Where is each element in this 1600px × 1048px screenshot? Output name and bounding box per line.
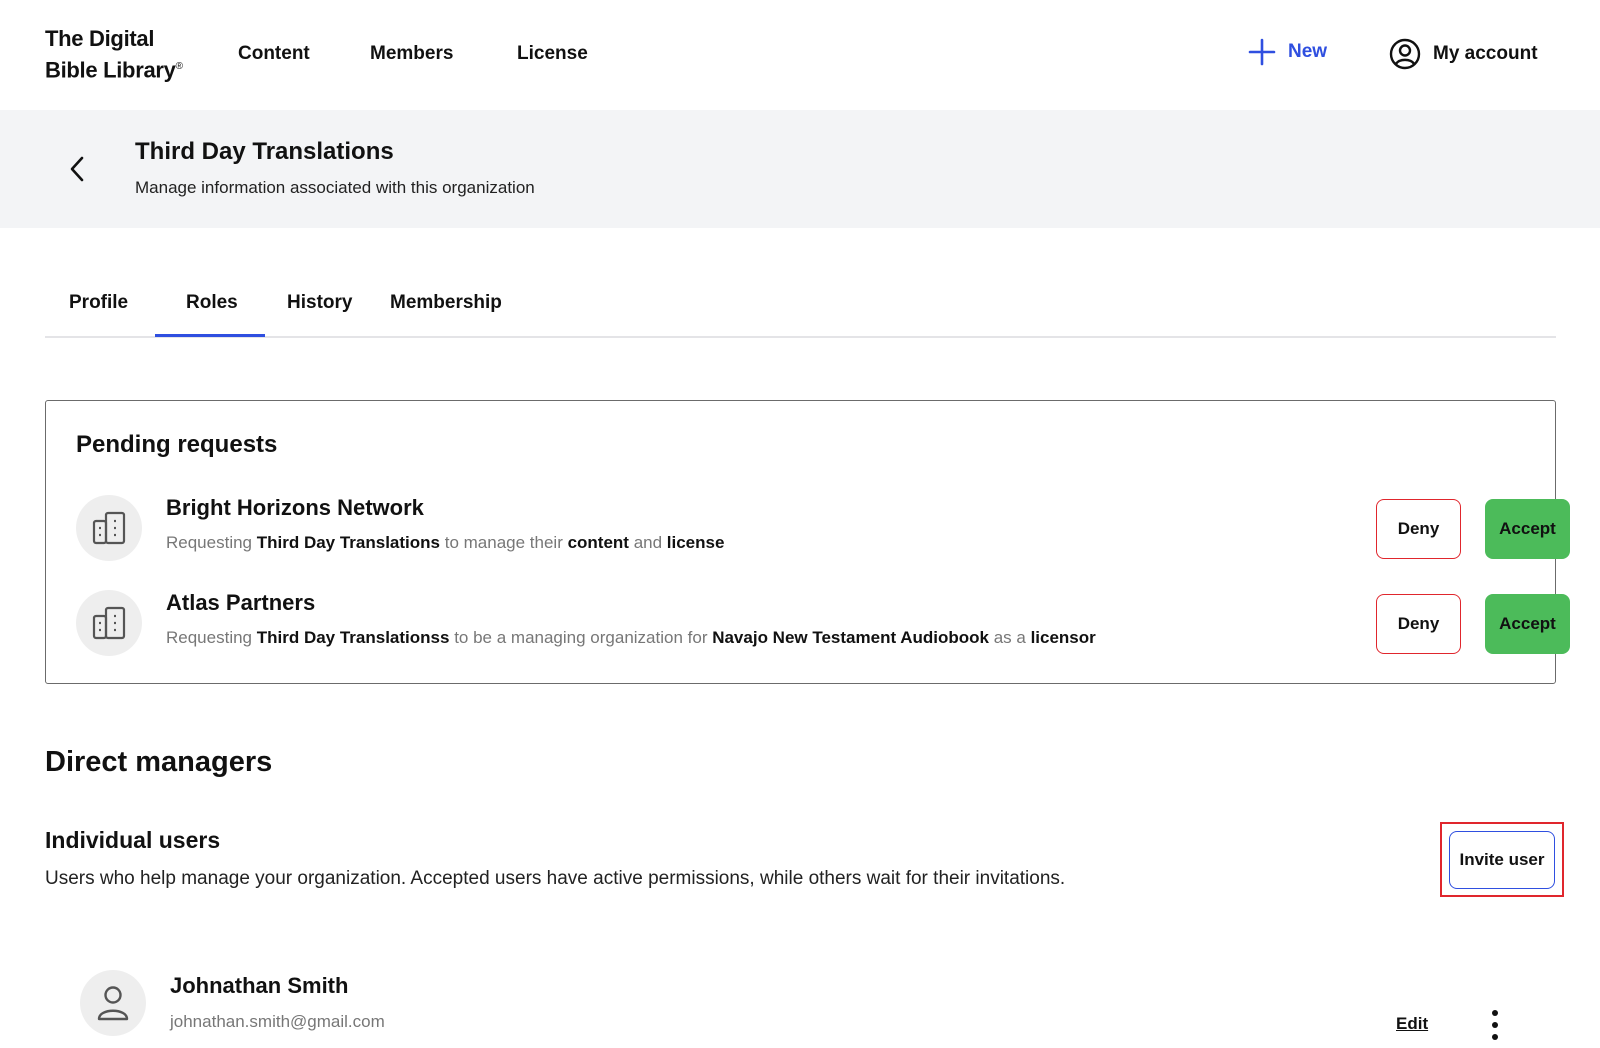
tab-history[interactable]: History	[287, 292, 352, 314]
logo-line-2: Bible Library	[45, 57, 176, 83]
request-row: Atlas Partners Requesting Third Day Tran…	[76, 590, 1570, 656]
tab-bar: Profile Roles History Membership	[45, 280, 1556, 338]
individual-users-description: Users who help manage your organization.…	[45, 868, 1066, 889]
new-button-label: New	[1288, 41, 1328, 62]
my-account-button[interactable]: My account	[1389, 38, 1538, 70]
tab-roles[interactable]: Roles	[186, 292, 238, 314]
user-name: Johnathan Smith	[170, 973, 349, 998]
nav-content[interactable]: Content	[238, 43, 310, 65]
invite-user-button[interactable]: Invite user	[1449, 831, 1555, 889]
new-button[interactable]: New	[1248, 38, 1327, 66]
building-icon	[92, 511, 126, 545]
individual-users-heading: Individual users	[45, 827, 221, 853]
tab-membership[interactable]: Membership	[390, 292, 502, 314]
edit-user-link[interactable]: Edit	[1396, 1014, 1428, 1034]
page-header: Third Day Translations Manage informatio…	[0, 110, 1600, 228]
chevron-left-icon	[70, 156, 84, 182]
pending-requests-card: Pending requests Bright Horizons Network…	[45, 400, 1570, 684]
tab-profile[interactable]: Profile	[69, 292, 128, 314]
page-subtitle: Manage information associated with this …	[135, 178, 535, 197]
app-logo[interactable]: The Digital Bible Library®	[45, 25, 183, 84]
top-navigation: The Digital Bible Library® Content Membe…	[0, 0, 1600, 110]
pending-requests-title: Pending requests	[76, 431, 278, 458]
request-org-name: Bright Horizons Network	[166, 495, 424, 520]
avatar	[80, 970, 146, 1036]
deny-button[interactable]: Deny	[1376, 499, 1461, 559]
registered-mark: ®	[175, 61, 183, 72]
more-vertical-icon[interactable]	[1484, 1010, 1506, 1040]
accept-button[interactable]: Accept	[1485, 594, 1570, 654]
org-avatar	[76, 495, 142, 561]
deny-button[interactable]: Deny	[1376, 594, 1461, 654]
my-account-label: My account	[1433, 43, 1538, 64]
nav-license[interactable]: License	[517, 43, 588, 65]
nav-members[interactable]: Members	[370, 43, 453, 65]
user-email: johnathan.smith@gmail.com	[170, 1012, 385, 1031]
building-icon	[92, 606, 126, 640]
request-row: Bright Horizons Network Requesting Third…	[76, 495, 1570, 561]
accept-button[interactable]: Accept	[1485, 499, 1570, 559]
logo-line-1: The Digital	[45, 26, 155, 51]
direct-managers-heading: Direct managers	[45, 746, 273, 778]
request-description: Requesting Third Day Translations to man…	[166, 533, 725, 552]
user-circle-icon	[1389, 38, 1421, 70]
org-avatar	[76, 590, 142, 656]
page-title: Third Day Translations	[135, 138, 394, 165]
active-tab-indicator	[155, 334, 265, 337]
back-button[interactable]	[62, 152, 92, 186]
plus-icon	[1248, 38, 1276, 66]
person-icon	[97, 986, 129, 1021]
request-org-name: Atlas Partners	[166, 590, 316, 615]
request-description: Requesting Third Day Translationss to be…	[166, 628, 1096, 647]
